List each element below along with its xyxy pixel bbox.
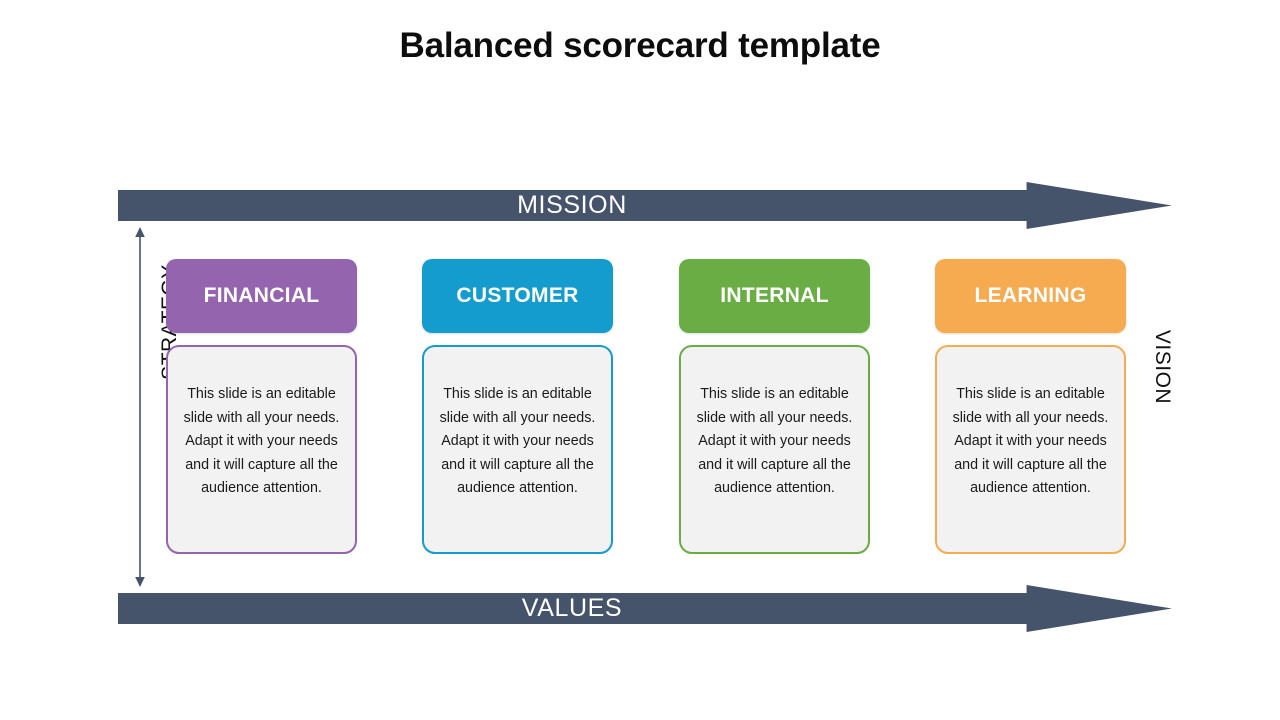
internal-card[interactable]: This slide is an editable slide with all… xyxy=(679,345,870,554)
financial-card-text: This slide is an editable slide with all… xyxy=(183,386,340,496)
internal-header[interactable]: INTERNAL xyxy=(679,259,870,333)
values-label: VALUES xyxy=(521,594,623,622)
vertical-double-arrow-icon xyxy=(135,227,145,587)
learning-card[interactable]: This slide is an editable slide with all… xyxy=(935,345,1126,554)
customer-card[interactable]: This slide is an editable slide with all… xyxy=(422,345,613,554)
customer-card-text: This slide is an editable slide with all… xyxy=(439,386,596,496)
vision-axis-label: VISION xyxy=(1151,329,1174,405)
learning-card-text: This slide is an editable slide with all… xyxy=(952,386,1109,496)
financial-header[interactable]: FINANCIAL xyxy=(166,259,357,333)
financial-card[interactable]: This slide is an editable slide with all… xyxy=(166,345,357,554)
perspective-column-financial: FINANCIAL This slide is an editable slid… xyxy=(166,259,357,554)
perspective-column-learning: LEARNING This slide is an editable slide… xyxy=(935,259,1126,554)
internal-card-text: This slide is an editable slide with all… xyxy=(696,386,853,496)
perspective-column-internal: INTERNAL This slide is an editable slide… xyxy=(679,259,870,554)
mission-arrow-bar: MISSION xyxy=(118,182,1172,229)
learning-header[interactable]: LEARNING xyxy=(935,259,1126,333)
customer-header[interactable]: CUSTOMER xyxy=(422,259,613,333)
slide-canvas: Balanced scorecard template MISSION VALU… xyxy=(0,0,1280,720)
page-title: Balanced scorecard template xyxy=(399,26,881,65)
values-arrow-bar: VALUES xyxy=(118,585,1172,632)
mission-label: MISSION xyxy=(517,191,627,219)
perspective-column-customer: CUSTOMER This slide is an editable slide… xyxy=(422,259,613,554)
